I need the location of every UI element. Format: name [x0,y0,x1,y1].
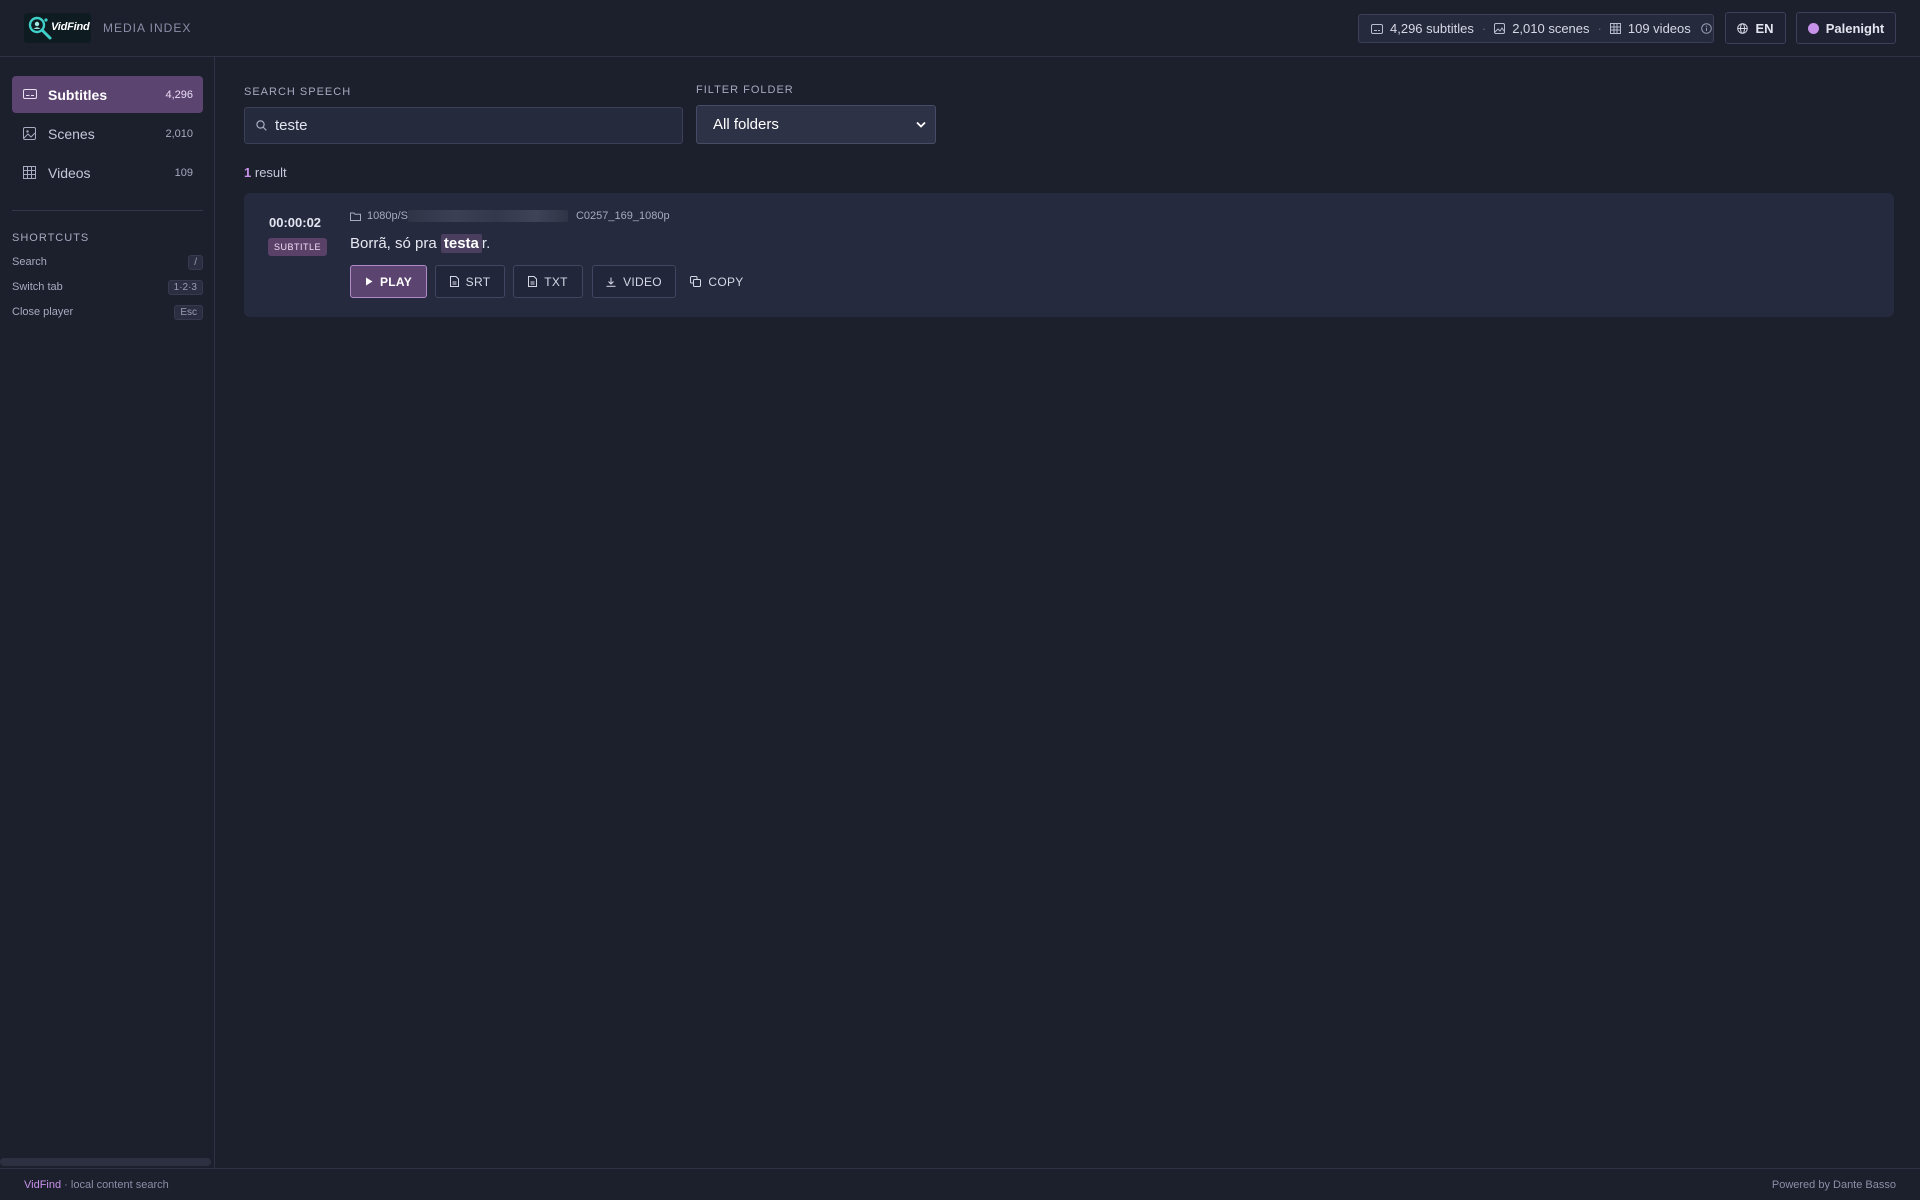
logo-text: VidFind [51,21,90,33]
index-stats[interactable]: 4,296 subtitles · 2,010 scenes · 109 vid… [1358,14,1714,43]
shortcut-label: Switch tab [12,281,63,293]
stat-scenes: 2,010 scenes [1494,21,1590,36]
app-root: VidFind MEDIA INDEX 4,296 subtitles · 2,… [0,0,1920,1200]
subtitle-highlight: testa [440,234,482,253]
theme-button[interactable]: Palenight [1796,12,1896,44]
sidebar-item-count: 4,296 [165,88,193,101]
footer-tagline: · local content search [61,1178,169,1191]
stat-videos-label: 109 videos [1627,21,1691,36]
shortcut-key: / [188,254,203,270]
play-icon [365,277,373,286]
separator-dot: · [1481,21,1487,36]
sidebar-item-label: Videos [48,164,91,181]
magnifier-logo-icon [27,15,53,41]
copy-button[interactable]: COPY [684,265,750,298]
copy-label: COPY [708,274,744,289]
folder-icon [350,212,361,221]
subtitle-text-before: Borrã, só pra [350,235,441,252]
shortcuts-title: SHORTCUTS [12,232,90,244]
shortcut-label: Search [12,256,47,268]
search-icon [256,120,267,131]
chevron-down-icon [916,121,926,128]
logo[interactable]: VidFind [24,13,91,43]
srt-label: SRT [465,274,491,289]
download-icon [606,277,616,287]
play-label: PLAY [379,274,413,289]
shortcut-close-player: Close player Esc [12,303,203,321]
result-subtitle-text: Borrã, só pra testa r. [350,234,491,253]
redacted-path-segment [407,210,568,222]
footer-brand[interactable]: VidFind [24,1179,61,1191]
download-txt-button[interactable]: TXT [513,265,583,298]
language-button[interactable]: EN [1725,12,1786,44]
shortcut-switch-tab: Switch tab 1·2·3 [12,278,203,296]
theme-color-dot [1807,22,1819,34]
stat-scenes-label: 2,010 scenes [1512,21,1590,36]
sidebar-divider [12,210,203,211]
search-label: SEARCH SPEECH [244,86,352,98]
separator-dot: · [1597,21,1602,36]
shortcut-search: Search / [12,253,203,271]
subtitles-icon [1371,23,1383,34]
stat-subtitles: 4,296 subtitles [1371,21,1474,36]
txt-label: TXT [544,274,568,289]
result-count-number: 1 [244,165,252,180]
sidebar-scrollbar[interactable] [0,1158,211,1166]
result-card: 00:00:02 SUBTITLE 1080p/S C0257_169_1080… [244,193,1894,317]
shortcut-key: Esc [174,304,203,320]
folder-select[interactable]: All folders [696,105,936,144]
sidebar-item-scenes[interactable]: Scenes 2,010 [12,115,203,152]
video-label: VIDEO [623,274,662,289]
image-icon [1494,23,1506,34]
footer: VidFind · local content search Powered b… [0,1168,1920,1200]
grid-icon [1609,23,1621,34]
globe-icon [1737,22,1749,34]
result-type-badge: SUBTITLE [268,238,328,256]
shortcut-label: Close player [12,306,74,318]
sidebar-item-videos[interactable]: Videos 109 [12,154,203,191]
result-timecode[interactable]: 00:00:02 [269,215,321,230]
stat-videos: 109 videos [1609,21,1691,36]
folder-select-value: All folders [713,116,779,133]
result-path-suffix: C0257_169_1080p [575,210,670,222]
image-icon [23,126,37,141]
grid-icon [23,165,37,180]
shortcut-key: 1·2·3 [167,279,203,295]
sidebar-item-count: 109 [174,166,193,179]
language-label: EN [1755,20,1774,36]
file-icon [528,276,538,287]
result-path: 1080p/S C0257_169_1080p [350,210,670,222]
footer-left: VidFind · local content search [24,1179,169,1191]
main-content: SEARCH SPEECH FILTER FOLDER All folders … [216,57,1920,1168]
search-input[interactable] [275,117,675,134]
sidebar-item-label: Scenes [48,125,95,142]
sidebar-item-label: Subtitles [48,86,108,103]
file-icon [449,276,459,287]
subtitles-icon [23,88,37,102]
header: VidFind MEDIA INDEX 4,296 subtitles · 2,… [0,0,1920,57]
subtitle-text-after: r. [481,235,491,252]
info-icon[interactable] [1700,23,1712,34]
footer-powered-by: Powered by Dante Basso [1771,1178,1896,1191]
download-srt-button[interactable]: SRT [435,265,505,298]
stat-subtitles-label: 4,296 subtitles [1390,21,1474,36]
play-button[interactable]: PLAY [350,265,427,298]
copy-icon [690,276,702,287]
filter-label: FILTER FOLDER [696,84,794,96]
app-subtitle: MEDIA INDEX [103,21,192,35]
sidebar-item-subtitles[interactable]: Subtitles 4,296 [12,76,203,113]
search-field[interactable] [244,107,683,144]
result-count: 1 result [244,165,287,180]
sidebar: Subtitles 4,296 Scenes 2,010 Videos 109 … [0,57,215,1168]
result-count-suffix: result [254,165,287,180]
theme-label: Palenight [1825,20,1885,36]
sidebar-item-count: 2,010 [165,127,193,140]
download-video-button[interactable]: VIDEO [592,265,676,298]
result-path-prefix: 1080p/S [367,210,408,222]
